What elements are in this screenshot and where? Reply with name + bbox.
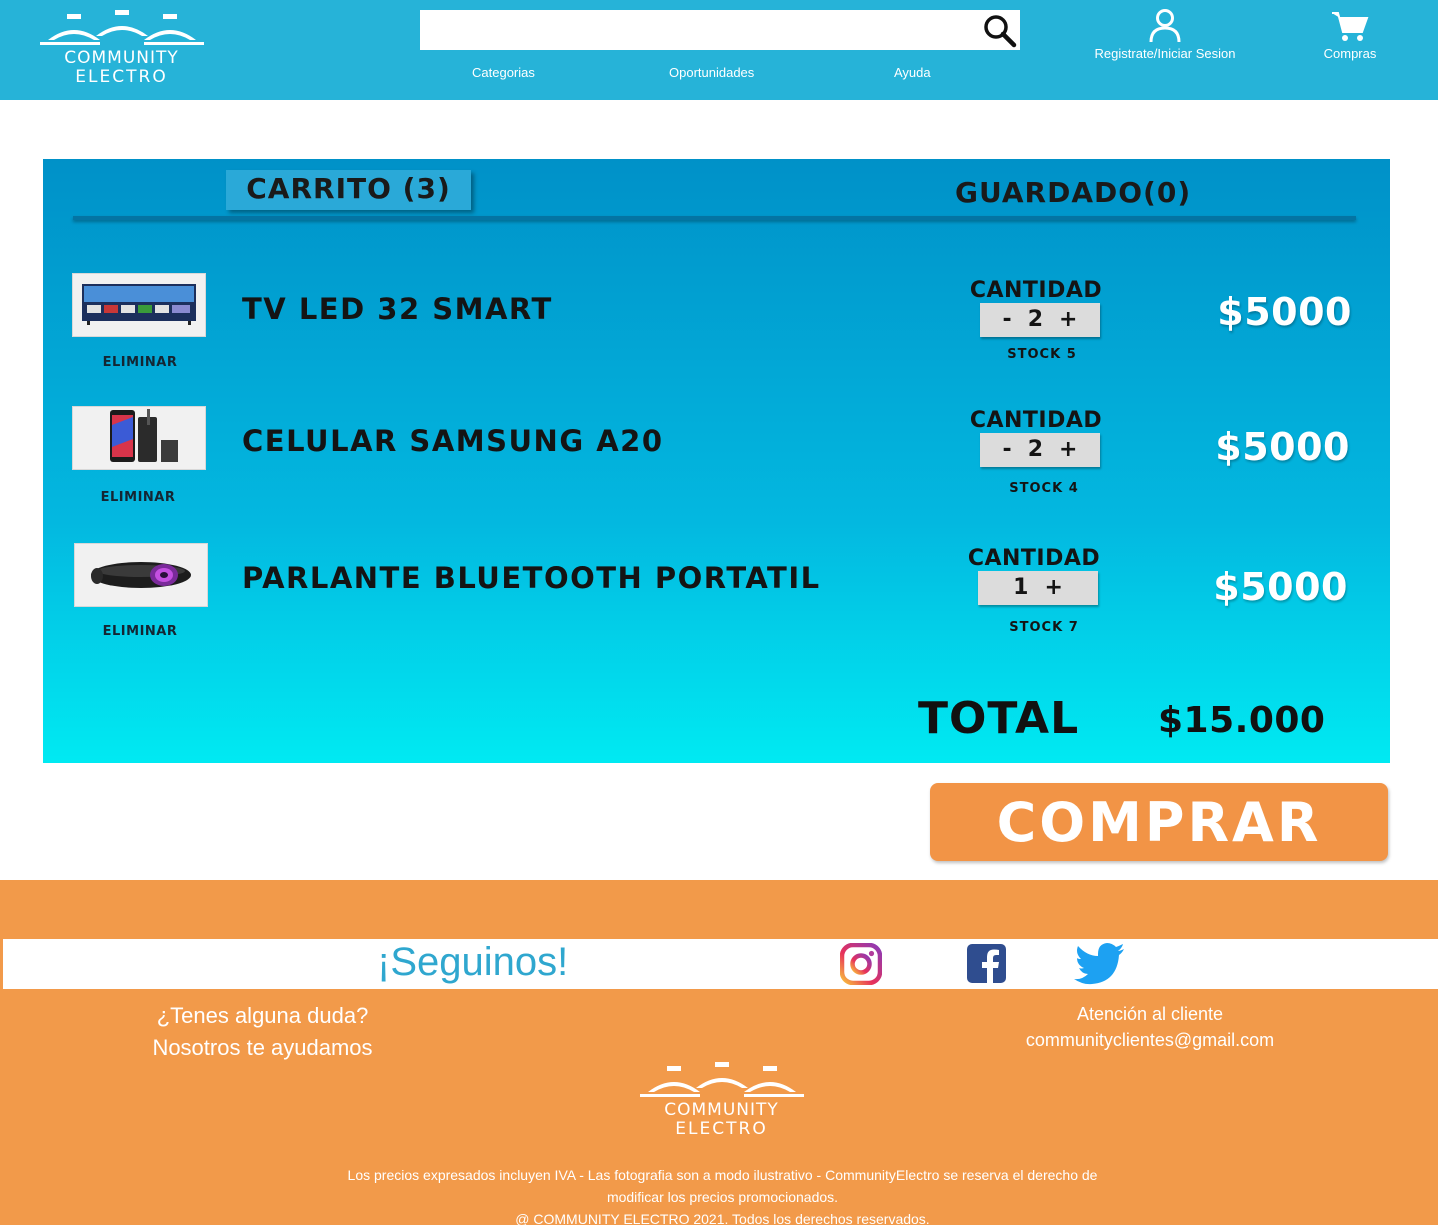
quantity-value: 2 — [1027, 307, 1043, 332]
item-price: $5000 — [1217, 290, 1352, 334]
nav-oportunidades[interactable]: Oportunidades — [669, 65, 754, 80]
product-image-tv[interactable] — [72, 273, 206, 337]
quantity-stepper: -2 + — [980, 303, 1100, 337]
increment-button[interactable]: + — [1044, 571, 1062, 605]
brand-line1: COMMUNITY — [64, 48, 179, 68]
stock-label: STOCK 5 — [1007, 347, 1077, 362]
stock-label: STOCK 7 — [1009, 620, 1079, 635]
customer-service-label: Atención al cliente — [1076, 1004, 1224, 1024]
search-icon[interactable] — [982, 13, 1018, 49]
product-image-speaker[interactable] — [74, 543, 208, 607]
legal-notice: Los precios expresados incluyen IVA - La… — [290, 1164, 1155, 1230]
purchases-label: Compras — [1323, 46, 1377, 61]
product-name: TV LED 32 SMART — [242, 292, 553, 326]
brand-logo[interactable]: COMMUNITY ELECTRO — [34, 8, 209, 90]
product-name: CELULAR SAMSUNG A20 — [242, 424, 664, 458]
decrement-button[interactable]: - — [1003, 303, 1012, 337]
user-icon — [1149, 9, 1181, 43]
quantity-stepper: -2 + — [980, 433, 1100, 467]
quantity-value: 2 — [1027, 437, 1043, 462]
remove-button[interactable]: ELIMINAR — [71, 490, 205, 505]
purchases-link[interactable]: Compras — [1310, 10, 1390, 61]
footer-brand-logo: COMMUNITY ELECTRO — [634, 1060, 809, 1142]
legal-line3: @ COMMUNITY ELECTRO 2021. Todos los dere… — [515, 1211, 930, 1227]
login-register-link[interactable]: Registrate/Iniciar Sesion — [1080, 8, 1250, 61]
social-bar — [3, 939, 1438, 989]
quantity-label: CANTIDAD — [969, 408, 1103, 433]
help-line2: Nosotros te ayudamos — [152, 1035, 373, 1060]
cart-icon — [1332, 12, 1369, 41]
instagram-icon[interactable] — [840, 943, 882, 985]
phone-product-image — [110, 409, 178, 462]
tab-saved[interactable]: GUARDADO(0) — [955, 176, 1191, 209]
remove-button[interactable]: ELIMINAR — [73, 624, 207, 639]
login-register-label: Registrate/Iniciar Sesion — [1094, 46, 1236, 61]
product-name: PARLANTE BLUETOOTH PORTATIL — [242, 561, 821, 595]
legal-line1: Los precios expresados incluyen IVA - La… — [347, 1167, 1098, 1183]
quantity-value: 1 — [1013, 575, 1029, 600]
decrement-button[interactable]: - — [1003, 433, 1012, 467]
nav-categorias[interactable]: Categorias — [472, 65, 535, 80]
quantity-label: CANTIDAD — [967, 546, 1101, 571]
legal-line2: modificar los precios promocionados. — [606, 1189, 839, 1205]
item-price: $5000 — [1215, 425, 1350, 469]
stock-label: STOCK 4 — [1009, 481, 1079, 496]
speaker-product-image — [91, 562, 191, 588]
facebook-icon[interactable] — [966, 943, 1008, 985]
customer-service-email[interactable]: communityclientes@gmail.com — [990, 1027, 1310, 1053]
tabs-divider — [73, 216, 1356, 220]
item-price: $5000 — [1213, 565, 1348, 609]
twitter-icon[interactable] — [1074, 943, 1126, 985]
product-image-phone[interactable] — [72, 406, 206, 470]
total-label: TOTAL — [918, 693, 1080, 744]
nav-ayuda[interactable]: Ayuda — [894, 65, 931, 80]
footer-brand-line2: ELECTRO — [675, 1119, 768, 1139]
remove-button[interactable]: ELIMINAR — [73, 355, 207, 370]
customer-service: Atención al cliente communityclientes@gm… — [990, 1001, 1310, 1053]
search-bar — [420, 10, 1020, 50]
help-text: ¿Tenes alguna duda? Nosotros te ayudamos — [120, 1000, 405, 1064]
quantity-stepper: 1 + — [978, 571, 1098, 605]
follow-us-heading: ¡Seguinos! — [377, 940, 569, 984]
site-header: COMMUNITY ELECTRO Categorias Oportunidad… — [0, 0, 1438, 100]
brand-line2: ELECTRO — [75, 67, 168, 87]
tab-cart[interactable]: CARRITO (3) — [226, 170, 471, 210]
increment-button[interactable]: + — [1059, 303, 1077, 337]
footer-brand-line1: COMMUNITY — [664, 1100, 779, 1120]
quantity-label: CANTIDAD — [969, 278, 1103, 303]
increment-button[interactable]: + — [1059, 433, 1077, 467]
search-input[interactable] — [420, 10, 1020, 50]
total-value: $15.000 — [1158, 700, 1326, 741]
help-line1: ¿Tenes alguna duda? — [156, 1003, 369, 1028]
buy-button[interactable]: COMPRAR — [930, 783, 1388, 861]
tv-product-image — [82, 284, 196, 325]
